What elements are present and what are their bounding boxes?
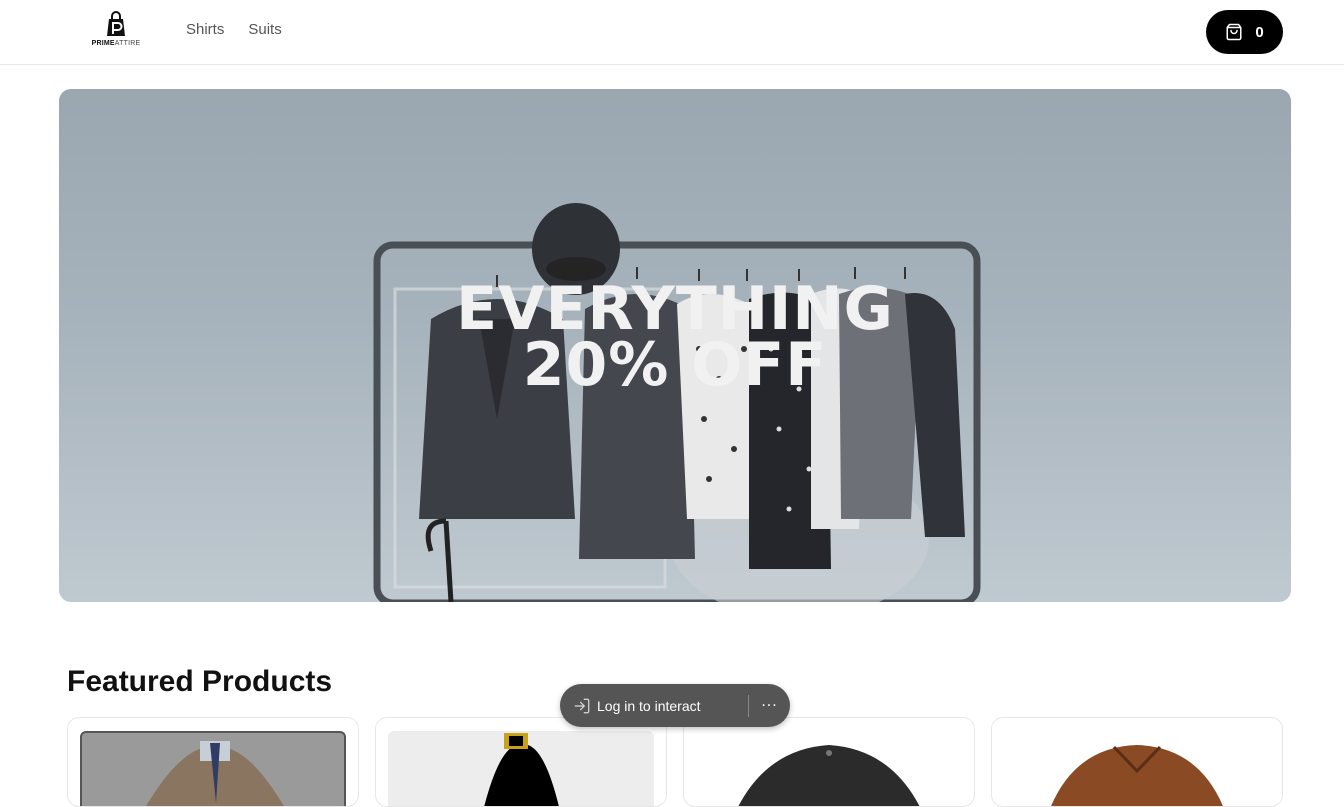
login-arrow-icon — [574, 698, 590, 713]
shopping-bag-logo-icon — [107, 11, 125, 36]
hero-banner[interactable]: EVERYTHING 20% OFF — [59, 89, 1291, 602]
brand-wordmark: PRIMEATTIRE — [88, 40, 144, 47]
product-card[interactable] — [67, 717, 359, 807]
cart-count: 0 — [1255, 23, 1264, 41]
site-header: PRIMEATTIRE Shirts Suits 0 — [0, 0, 1344, 65]
product-card[interactable] — [683, 717, 975, 807]
product-photo-jacket — [738, 745, 920, 806]
more-options-button[interactable]: ··· — [749, 684, 790, 727]
hero-headline: EVERYTHING 20% OFF — [456, 274, 894, 400]
main-nav: Shirts Suits — [186, 21, 282, 38]
login-button[interactable]: Log in to interact — [560, 684, 748, 727]
login-prompt: Log in to interact ··· — [560, 684, 790, 727]
product-card[interactable] — [991, 717, 1283, 807]
product-card[interactable] — [375, 717, 667, 807]
product-image — [80, 731, 346, 806]
more-horizontal-icon: ··· — [761, 697, 778, 714]
nav-item-shirts[interactable]: Shirts — [186, 21, 224, 38]
featured-products-title: Featured Products — [67, 665, 333, 698]
product-image — [388, 731, 654, 806]
shopping-bag-icon — [1226, 23, 1242, 41]
brand-logo[interactable]: PRIMEATTIRE — [88, 10, 144, 54]
nav-item-suits[interactable]: Suits — [248, 21, 281, 38]
cart-button[interactable]: 0 — [1206, 10, 1283, 54]
product-photo-leather-jacket — [1051, 745, 1223, 806]
login-label: Log in to interact — [597, 697, 701, 714]
product-image — [1004, 731, 1270, 806]
product-grid — [67, 717, 1283, 807]
product-image — [696, 731, 962, 806]
product-photo-suit — [146, 741, 284, 806]
product-photo-shirt — [484, 733, 559, 806]
brand-name-light: ATTIRE — [114, 40, 141, 47]
brand-name-bold: PRIME — [91, 40, 115, 47]
